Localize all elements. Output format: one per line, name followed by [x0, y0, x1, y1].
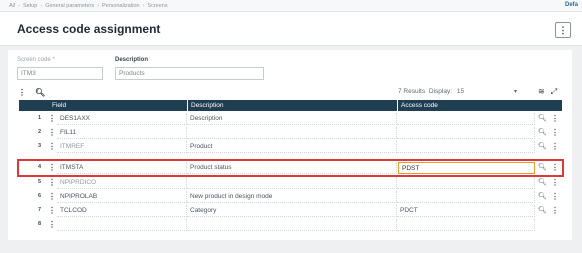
row-number: 2 — [37, 129, 41, 135]
description-field[interactable]: Products — [115, 67, 264, 80]
kebab-vertical-icon: ⋮ — [558, 24, 568, 35]
expand-icon[interactable]: ⤢ — [551, 87, 557, 97]
row-actions-icon[interactable]: ⋮ — [551, 142, 559, 151]
column-header-description[interactable]: Description — [188, 101, 224, 111]
row-actions-icon[interactable]: ⋮ — [551, 114, 559, 123]
access-code-cell[interactable]: PDCT — [397, 205, 535, 217]
access-code-cell[interactable] — [397, 113, 535, 125]
row-menu-icon[interactable]: ⋮ — [48, 206, 56, 215]
field-cell[interactable]: FIL11 — [57, 127, 187, 139]
table-row[interactable]: 1 ⋮ DES1AXX Description 🔍︎ ⋮ — [19, 112, 562, 126]
row-menu-icon[interactable]: ⋮ — [48, 142, 56, 151]
access-code-cell[interactable] — [397, 191, 535, 203]
search-icon[interactable]: 🔍︎ — [538, 114, 547, 122]
field-cell[interactable]: ITMSTA — [57, 162, 187, 174]
search-icon[interactable]: 🔍︎ — [538, 192, 547, 200]
search-icon[interactable]: 🔍︎ — [35, 88, 45, 97]
breadcrumb-personalization[interactable]: Personalization — [102, 3, 140, 9]
row-menu-icon[interactable]: ⋮ — [48, 128, 56, 137]
description-cell[interactable] — [187, 177, 397, 189]
row-number: 8 — [37, 221, 41, 227]
table-row[interactable]: 3 ⋮ ITMREF Product 🔍︎ ⋮ — [19, 140, 562, 154]
description-label: Description — [115, 57, 149, 63]
grid-header: Field Description Access code — [19, 100, 562, 111]
row-number: 1 — [37, 115, 41, 121]
access-code-cell[interactable] — [397, 141, 535, 153]
description-cell[interactable]: Category — [187, 205, 397, 217]
row-menu-icon[interactable]: ⋮ — [48, 163, 56, 172]
search-icon[interactable]: 🔍︎ — [538, 163, 547, 171]
breadcrumb-general-parameters[interactable]: General parameters — [45, 3, 94, 9]
table-row-selected[interactable]: 4 ⋮ ITMSTA Product status PDST 🔍︎ ⋮ — [17, 159, 564, 177]
actions-menu-button[interactable]: ⋮ — [555, 22, 571, 38]
description-cell[interactable]: Description — [187, 113, 397, 125]
breadcrumb: All › Setup › General parameters › Personal… — [0, 0, 582, 12]
row-menu-icon[interactable]: ⋮ — [48, 114, 56, 123]
display-label: Display: — [428, 88, 453, 95]
access-code-cell[interactable] — [397, 127, 535, 139]
grid-tools: ≋ ⤢ — [538, 87, 557, 97]
table-row[interactable]: 7 ⋮ TCLCOD Category PDCT 🔍︎ ⋮ — [19, 204, 562, 218]
access-code-cell[interactable] — [397, 219, 535, 231]
results-info: 7 Results Display: 15 ▾ — [398, 88, 517, 95]
row-menu-icon[interactable]: ⋮ — [48, 192, 56, 201]
field-cell[interactable]: TCLCOD — [57, 205, 187, 217]
row-number: 5 — [37, 179, 41, 185]
table-row[interactable]: 5 ⋮ NPIPRDICO 🔍︎ ⋮ — [19, 176, 562, 190]
row-actions-icon[interactable]: ⋮ — [551, 192, 559, 201]
field-cell[interactable]: DES1AXX — [57, 113, 187, 125]
layers-icon[interactable]: ≋ — [538, 87, 545, 97]
row-number: 7 — [37, 207, 41, 213]
page-header: Access code assignment ⋮ — [0, 12, 582, 46]
folder-label[interactable]: Defa — [565, 2, 578, 8]
page-size-select[interactable]: 15 — [457, 88, 464, 95]
description-cell[interactable] — [187, 219, 397, 231]
row-number: 3 — [37, 143, 41, 149]
row-menu-icon[interactable]: ⋮ — [48, 220, 56, 229]
row-actions-icon[interactable]: ⋮ — [551, 128, 559, 137]
page-title: Access code assignment — [17, 22, 161, 36]
search-icon[interactable]: 🔍︎ — [538, 206, 547, 214]
breadcrumb-setup[interactable]: Setup — [23, 3, 37, 9]
column-header-access-code[interactable]: Access code — [398, 101, 438, 111]
search-icon[interactable]: 🔍︎ — [538, 128, 547, 136]
row-number: 4 — [37, 164, 41, 170]
column-header-field[interactable]: Field — [49, 101, 66, 111]
field-cell[interactable]: NPIPROLAB — [57, 191, 187, 203]
screen-code-label: Screen code * — [17, 57, 55, 63]
description-cell[interactable]: Product — [187, 141, 397, 153]
breadcrumb-screens[interactable]: Screens — [147, 3, 167, 9]
row-actions-icon[interactable]: ⋮ — [551, 163, 559, 172]
row-actions-icon[interactable]: ⋮ — [551, 206, 559, 215]
screen-code-field[interactable]: ITM3 — [17, 67, 103, 80]
content-panel: Screen code * ITM3 Description Products … — [8, 50, 572, 240]
breadcrumb-all[interactable]: All — [9, 3, 15, 9]
chevron-down-icon[interactable]: ▾ — [514, 88, 517, 95]
description-cell[interactable]: Product status — [187, 162, 397, 174]
field-cell[interactable]: ITMREF — [57, 141, 187, 153]
search-icon[interactable]: 🔍︎ — [538, 178, 547, 186]
table-row[interactable]: 6 ⋮ NPIPROLAB New product in design mode… — [19, 190, 562, 204]
table-row[interactable]: 2 ⋮ FIL11 🔍︎ ⋮ — [19, 126, 562, 140]
table-row-empty[interactable]: 8 ⋮ — [19, 218, 562, 232]
access-code-input[interactable]: PDST — [398, 162, 535, 174]
kebab-vertical-icon[interactable]: ⋮ — [18, 88, 26, 97]
field-cell[interactable]: NPIPRDICO — [57, 177, 187, 189]
description-cell[interactable] — [187, 127, 397, 139]
field-cell[interactable] — [57, 219, 187, 231]
row-menu-icon[interactable]: ⋮ — [48, 178, 56, 187]
row-number: 6 — [37, 193, 41, 199]
row-actions-icon[interactable]: ⋮ — [551, 178, 559, 187]
access-code-cell[interactable] — [397, 177, 535, 189]
results-count: 7 Results — [398, 88, 426, 95]
search-icon[interactable]: 🔍︎ — [538, 142, 547, 150]
description-cell[interactable]: New product in design mode — [187, 191, 397, 203]
grid-toolbar: ⋮ 🔍︎ — [18, 88, 45, 97]
